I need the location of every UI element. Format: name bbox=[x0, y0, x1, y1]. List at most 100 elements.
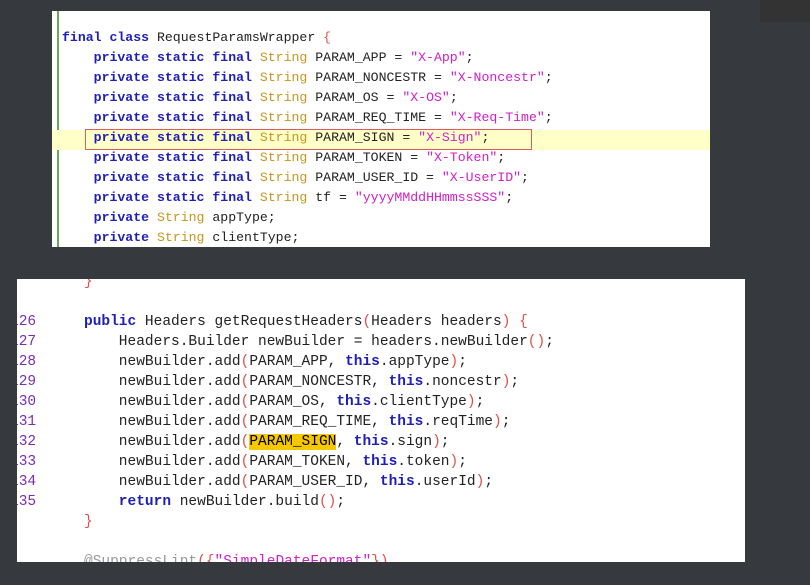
code-line: 133 newBuilder.add(PARAM_TOKEN, this.tok… bbox=[17, 454, 745, 474]
line-number: 128 bbox=[17, 354, 37, 370]
code-token: ; bbox=[475, 394, 485, 410]
code-token: "X-App" bbox=[410, 50, 466, 65]
code-token: String bbox=[259, 70, 316, 85]
code-token: "X-OS" bbox=[402, 90, 450, 105]
code-text: newBuilder.add(PARAM_APP, this.appType); bbox=[84, 354, 467, 370]
code-token: this bbox=[362, 454, 398, 470]
code-text: private static final String PARAM_OS = "… bbox=[62, 90, 458, 105]
code-token: ) bbox=[493, 414, 502, 430]
code-token: PARAM_TOKEN = bbox=[315, 150, 427, 165]
code-token: ) bbox=[432, 434, 441, 450]
code-token: ; bbox=[510, 374, 520, 390]
code-token: PARAM_OS, bbox=[249, 394, 337, 410]
code-line: 128 newBuilder.add(PARAM_APP, this.appTy… bbox=[17, 354, 745, 374]
code-token: private static final bbox=[62, 190, 260, 205]
code-token: private static final bbox=[62, 50, 260, 65]
code-line: } bbox=[17, 514, 745, 534]
code-token: ; bbox=[501, 414, 511, 430]
code-text: return newBuilder.build(); bbox=[84, 494, 345, 510]
code-token: PARAM_USER_ID = bbox=[315, 170, 442, 185]
code-line: 132 newBuilder.add(PARAM_SIGN, this.sign… bbox=[17, 434, 745, 454]
code-token: ; bbox=[545, 334, 554, 350]
code-line: private String appType; bbox=[52, 210, 710, 230]
code-token: newBuilder.add bbox=[84, 414, 241, 430]
code-text: } bbox=[84, 279, 93, 290]
code-token: newBuilder.add bbox=[84, 354, 241, 370]
code-token: newBuilder.add bbox=[84, 374, 241, 390]
code-token: PARAM_APP, bbox=[249, 354, 346, 370]
code-token: Headers.Builder newBuilder = headers.new… bbox=[84, 334, 528, 350]
code-token: ; bbox=[440, 434, 450, 450]
code-text: newBuilder.add(PARAM_OS, this.clientType… bbox=[84, 394, 485, 410]
code-token: ) { bbox=[501, 314, 528, 330]
code-token: }) bbox=[371, 554, 389, 562]
code-text: public Headers getRequestHeaders(Headers… bbox=[84, 314, 528, 330]
code-token: ) bbox=[466, 394, 476, 410]
code-line: 129 newBuilder.add(PARAM_NONCESTR, this.… bbox=[17, 374, 745, 394]
line-number: 130 bbox=[17, 394, 37, 410]
code-token: String bbox=[156, 230, 213, 245]
code-token: final class bbox=[62, 30, 157, 45]
code-token: clientType; bbox=[212, 230, 300, 245]
code-line: private static final String tf = "yyyyMM… bbox=[52, 190, 710, 210]
code-token: this bbox=[353, 434, 389, 450]
code-token: .clientType bbox=[371, 394, 467, 410]
code-line: final class RequestParamsWrapper { bbox=[52, 30, 710, 50]
code-text: newBuilder.add(PARAM_SIGN, this.sign); bbox=[84, 434, 450, 450]
code-token: ( bbox=[362, 314, 372, 330]
code-token: PARAM_NONCESTR = bbox=[315, 70, 450, 85]
code-text: @SuppressLint({"SimpleDateFormat"}) bbox=[84, 554, 389, 562]
code-token: Headers getRequestHeaders bbox=[144, 314, 363, 330]
line-number: 133 bbox=[17, 454, 37, 470]
code-line: private static final String PARAM_OS = "… bbox=[52, 90, 710, 110]
code-token: ; bbox=[458, 454, 467, 470]
code-token: PARAM_REQ_TIME = bbox=[315, 110, 450, 125]
code-text: private String clientType; bbox=[62, 230, 300, 245]
highlight-box bbox=[85, 129, 532, 150]
code-screenshot-class-fields: final class RequestParamsWrapper { priva… bbox=[52, 11, 710, 247]
code-token: String bbox=[259, 150, 316, 165]
code-text: newBuilder.add(PARAM_TOKEN, this.token); bbox=[84, 454, 467, 470]
code-token: "X-Req-Time" bbox=[449, 110, 545, 125]
code-token: RequestParamsWrapper bbox=[156, 30, 324, 45]
code-text: private static final String PARAM_NONCES… bbox=[62, 70, 553, 85]
code-token: newBuilder.add bbox=[84, 434, 241, 450]
code-token: .sign bbox=[388, 434, 433, 450]
code-token: .noncestr bbox=[423, 374, 502, 390]
line-number: 129 bbox=[17, 374, 37, 390]
code-token: PARAM_APP = bbox=[315, 50, 411, 65]
code-token: Headers headers bbox=[371, 314, 502, 330]
code-token: newBuilder.add bbox=[84, 474, 241, 490]
code-line: 130 newBuilder.add(PARAM_OS, this.client… bbox=[17, 394, 745, 414]
code-token: ) bbox=[475, 474, 485, 490]
code-token: ; bbox=[521, 170, 529, 185]
code-token: "X-Noncestr" bbox=[449, 70, 545, 85]
code-token: newBuilder.add bbox=[84, 394, 241, 410]
code-token: @SuppressLint bbox=[84, 554, 198, 562]
code-token: ; bbox=[449, 90, 458, 105]
code-line: 131 newBuilder.add(PARAM_REQ_TIME, this.… bbox=[17, 414, 745, 434]
line-number: 127 bbox=[17, 334, 37, 350]
code-token: this bbox=[388, 414, 424, 430]
code-token: return bbox=[84, 494, 180, 510]
code-line: 127 Headers.Builder newBuilder = headers… bbox=[17, 334, 745, 354]
code-text: } bbox=[84, 514, 93, 530]
code-text: final class RequestParamsWrapper { bbox=[62, 30, 331, 45]
code-token: String bbox=[259, 90, 316, 105]
code-token: "X-Token" bbox=[426, 150, 498, 165]
window-corner bbox=[760, 0, 810, 22]
code-token: } bbox=[84, 279, 93, 290]
code-token: PARAM_SIGN bbox=[249, 434, 337, 450]
code-line: 126 public Headers getRequestHeaders(Head… bbox=[17, 314, 745, 334]
code-token: ; bbox=[497, 150, 506, 165]
code-token: String bbox=[259, 170, 316, 185]
code-token: PARAM_NONCESTR, bbox=[249, 374, 389, 390]
code-token: private static final bbox=[62, 150, 260, 165]
code-line: @SuppressLint({"SimpleDateFormat"}) bbox=[17, 554, 745, 562]
code-token: "X-UserID" bbox=[441, 170, 522, 185]
code-token: .userId bbox=[414, 474, 476, 490]
line-number: 131 bbox=[17, 414, 37, 430]
code-token: this bbox=[345, 354, 380, 370]
